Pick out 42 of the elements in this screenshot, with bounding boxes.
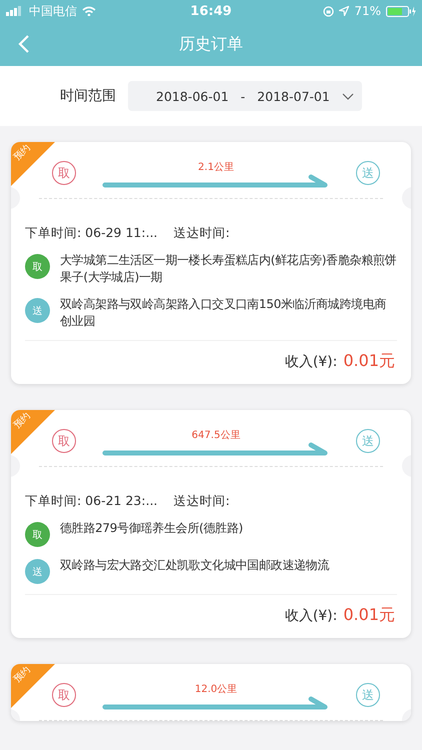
pickup-marker: 取 [52, 683, 76, 707]
income-amount: 0.01元 [343, 351, 395, 372]
delivery-time-label: 送达时间: [174, 493, 230, 510]
order-card[interactable]: 预约 取 2.1公里 送 下单时间: 06-29 11:... 送达时间: 取 大学城第二生活区一期一楼长寿蛋糕店内(鲜花店旁)香脆杂粮煎饼果子(大学城店)一期 送 双岭高架路与双岭高架路入口交叉口南150米临沂商城跨境电商创业园 收入(¥): 0.01元 [11, 142, 411, 384]
stop-marker: 取 [25, 522, 50, 547]
order-card[interactable]: 预约 取 647.5公里 送 下单时间: 06-21 23:... 送达时间: 取 德胜路279号御瑶养生会所(德胜路) 送 双岭路与宏大路交汇处凯歌文化城中国邮政速递物流 收入(¥): 0.01元 [11, 410, 411, 638]
lock-rotation-icon [323, 6, 334, 16]
address-text: 双岭高架路与双岭高架路入口交叉口南150米临沂商城跨境电商创业园 [60, 296, 388, 330]
status-time: 16:49 [190, 4, 232, 18]
stop-marker: 送 [25, 298, 50, 323]
order-card[interactable]: 预约 取 12.0公里 送 [11, 664, 411, 721]
page-title: 历史订单 [179, 34, 243, 54]
date-range-dropdown[interactable]: 2018-06-01 - 2018-07-01 [128, 81, 362, 111]
order-time: 下单时间: 06-29 11:... [25, 225, 158, 242]
chevron-down-icon [342, 92, 354, 100]
pickup-marker: 取 [52, 429, 76, 453]
carrier-name: 中国电信 [29, 2, 77, 20]
location-icon [339, 6, 350, 16]
back-icon [18, 34, 30, 54]
wifi-icon [82, 6, 96, 16]
address-text: 大学城第二生活区一期一楼长寿蛋糕店内(鲜花店旁)香脆杂粮煎饼果子(大学城店)一期 [60, 252, 397, 286]
pickup-marker: 取 [52, 161, 76, 185]
delivery-marker: 送 [356, 683, 380, 707]
income-label: 收入(¥): [284, 353, 338, 371]
signal-icon [6, 6, 24, 16]
distance-label: 647.5公里 [192, 429, 240, 442]
stop-marker: 取 [25, 254, 50, 279]
battery-percent: 71% [354, 4, 381, 18]
distance-label: 2.1公里 [198, 161, 234, 174]
address-text: 双岭路与宏大路交汇处凯歌文化城中国邮政速递物流 [60, 557, 330, 574]
corner-ribbon: 预约 [11, 664, 55, 708]
income-amount: 0.01元 [343, 605, 395, 626]
stop-marker: 送 [25, 559, 50, 584]
distance-label: 12.0公里 [194, 683, 238, 696]
delivery-time-label: 送达时间: [174, 225, 230, 242]
order-time: 下单时间: 06-21 23:... [25, 493, 158, 510]
battery-charging-icon [386, 6, 416, 16]
delivery-marker: 送 [356, 429, 380, 453]
delivery-marker: 送 [356, 161, 380, 185]
filter-label: 时间范围 [60, 87, 116, 105]
income-label: 收入(¥): [284, 607, 338, 625]
address-text: 德胜路279号御瑶养生会所(德胜路) [60, 520, 243, 537]
